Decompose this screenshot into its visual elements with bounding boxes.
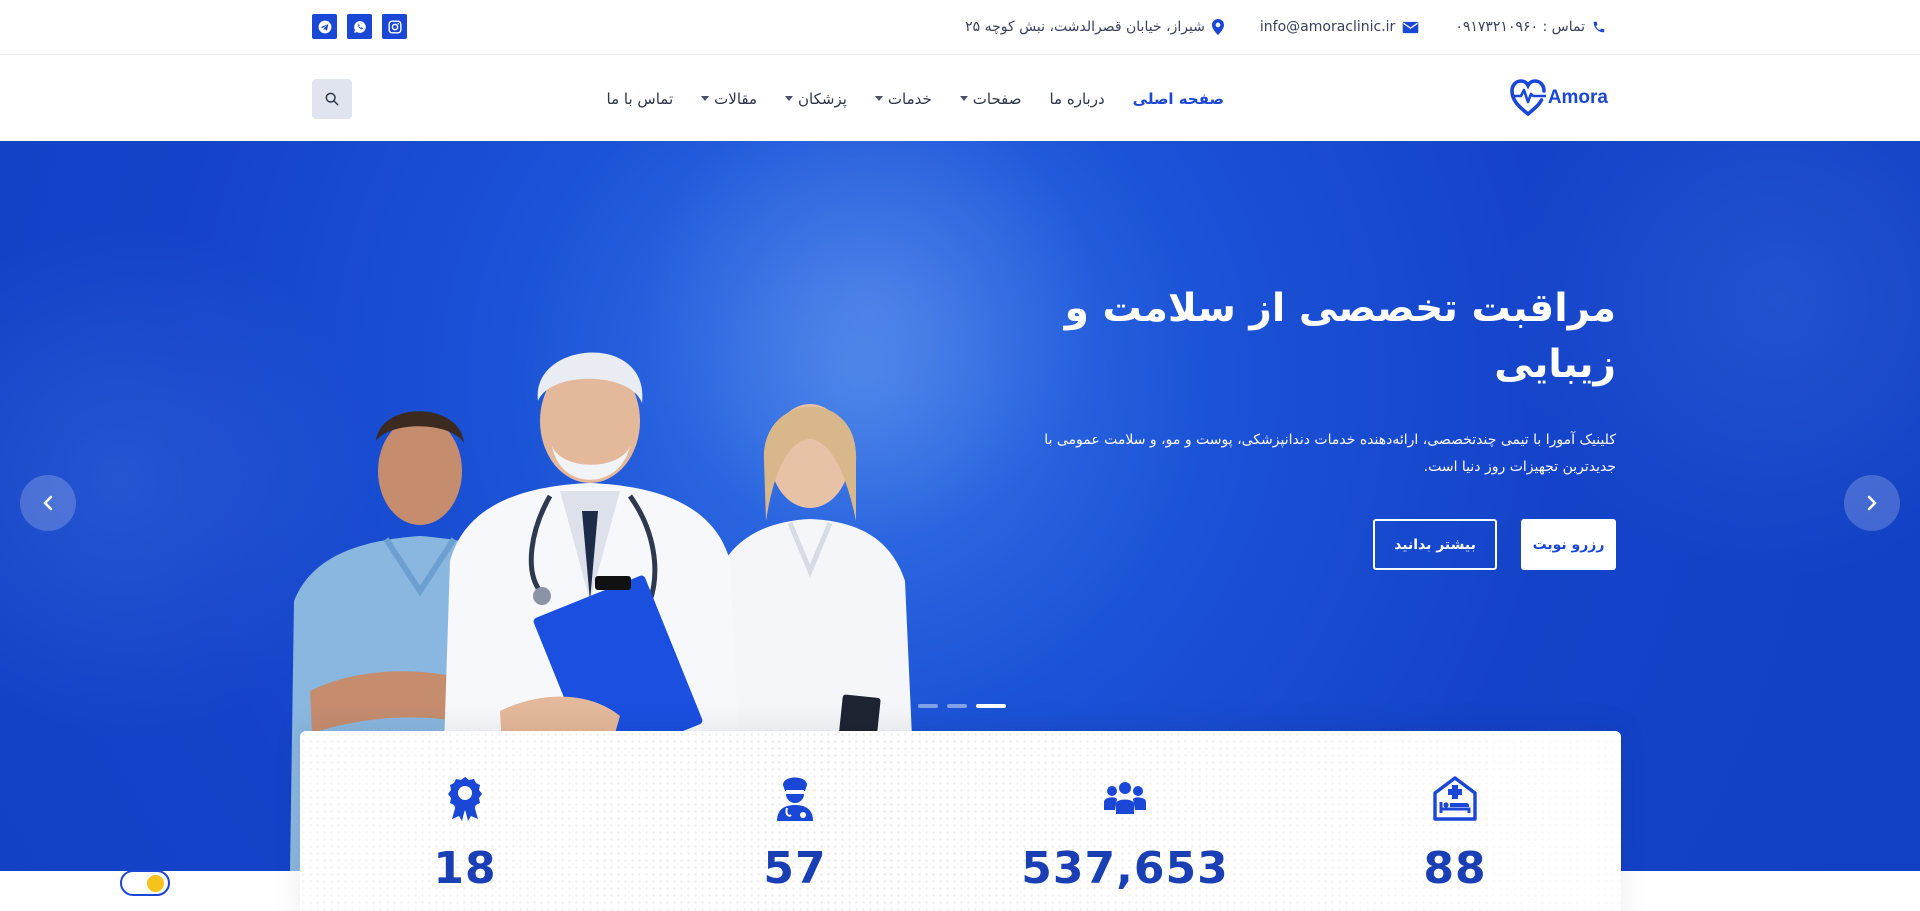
nav-item-label: مقالات: [714, 89, 758, 108]
address-text: شیراز، خیابان قصرالدشت، نبش کوچه ۲۵: [965, 19, 1205, 35]
location-pin-icon: [1211, 19, 1224, 35]
phone-icon: [1592, 19, 1606, 35]
theme-toggle[interactable]: [120, 870, 170, 896]
nav-item-services[interactable]: خدمات: [874, 89, 932, 108]
stat-awards: 18: [315, 773, 615, 894]
contact-info: تماس : ۰۹۱۷۳۲۱۰۹۶۰ info@amoraclinic.ir ش…: [965, 0, 1606, 54]
learn-more-button[interactable]: بیشتر بدانید: [1373, 519, 1497, 570]
search-button[interactable]: [312, 79, 352, 119]
nav-item-pages[interactable]: صفحات: [959, 89, 1022, 108]
address-contact: شیراز، خیابان قصرالدشت، نبش کوچه ۲۵: [965, 19, 1224, 35]
hospital-bed-icon: [1305, 773, 1605, 823]
logo[interactable]: Amora: [1510, 78, 1608, 118]
hero-description: کلینیک آمورا با تیمی چندتخصصی، ارائه‌دهن…: [1044, 432, 1616, 475]
nav-item-label: صفحات: [972, 89, 1022, 108]
caret-down-icon: [785, 96, 794, 101]
phone-contact[interactable]: تماس : ۰۹۱۷۳۲۱۰۹۶۰: [1455, 19, 1606, 35]
nav-item-label: صفحه اصلی: [1132, 89, 1224, 108]
nav-item-home[interactable]: صفحه اصلی: [1133, 90, 1224, 108]
nav-item-label: خدمات: [887, 89, 932, 108]
hero-title: مراقبت تخصصی از سلامت و زیبایی: [1064, 286, 1616, 387]
stat-value: 57: [763, 843, 827, 894]
chevron-right-icon: [1867, 495, 1877, 511]
stat-doctors: 57: [645, 773, 945, 894]
social-links: [312, 14, 407, 39]
nav-menu: صفحه اصلی درباره ما صفحات خدمات پزشکان م…: [607, 56, 1224, 141]
award-icon: [315, 773, 615, 823]
mail-icon: [1402, 21, 1419, 34]
stat-value: 537,653: [1021, 843, 1229, 894]
telegram-icon[interactable]: [312, 14, 337, 39]
sun-icon: [147, 875, 164, 892]
chevron-left-icon: [43, 495, 53, 511]
nav-item-about[interactable]: درباره ما: [1049, 90, 1104, 108]
nav-item-label: درباره ما: [1049, 89, 1105, 108]
logo-text: Amora: [1547, 87, 1608, 108]
whatsapp-icon[interactable]: [347, 14, 372, 39]
search-icon: [325, 92, 339, 106]
slider-dot-active[interactable]: [976, 704, 1006, 708]
phone-text: تماس : ۰۹۱۷۳۲۱۰۹۶۰: [1455, 19, 1585, 35]
slider-prev-button[interactable]: [20, 475, 76, 531]
doctor-icon: [645, 773, 945, 823]
caret-down-icon: [959, 96, 968, 101]
caret-down-icon: [701, 96, 710, 101]
main-navbar: Amora صفحه اصلی درباره ما صفحات خدمات پز…: [0, 56, 1920, 141]
stat-patients: 537,653: [975, 773, 1275, 894]
slider-next-button[interactable]: [1844, 475, 1900, 531]
nav-item-articles[interactable]: مقالات: [701, 90, 757, 108]
instagram-icon[interactable]: [382, 14, 407, 39]
book-appointment-button[interactable]: رزرو نوبت: [1521, 519, 1616, 570]
slider-pagination: [918, 704, 1006, 708]
top-bar: تماس : ۰۹۱۷۳۲۱۰۹۶۰ info@amoraclinic.ir ش…: [0, 0, 1920, 55]
caret-down-icon: [874, 96, 883, 101]
nav-item-doctors[interactable]: پزشکان: [785, 90, 847, 108]
slider-dot[interactable]: [918, 704, 938, 708]
stat-value: 88: [1423, 843, 1487, 894]
stat-value: 18: [433, 843, 497, 894]
nav-item-label: تماس با ما: [606, 89, 674, 108]
nav-item-label: پزشکان: [798, 89, 847, 108]
nav-item-contact[interactable]: تماس با ما: [607, 90, 674, 108]
stats-panel: 18 57 537,653 88: [300, 731, 1621, 911]
users-icon: [975, 773, 1275, 823]
email-text: info@amoraclinic.ir: [1259, 19, 1396, 35]
email-contact[interactable]: info@amoraclinic.ir: [1260, 19, 1419, 35]
slider-dot[interactable]: [947, 704, 967, 708]
stat-beds: 88: [1305, 773, 1605, 894]
heart-pulse-logo-icon: [1510, 79, 1546, 116]
